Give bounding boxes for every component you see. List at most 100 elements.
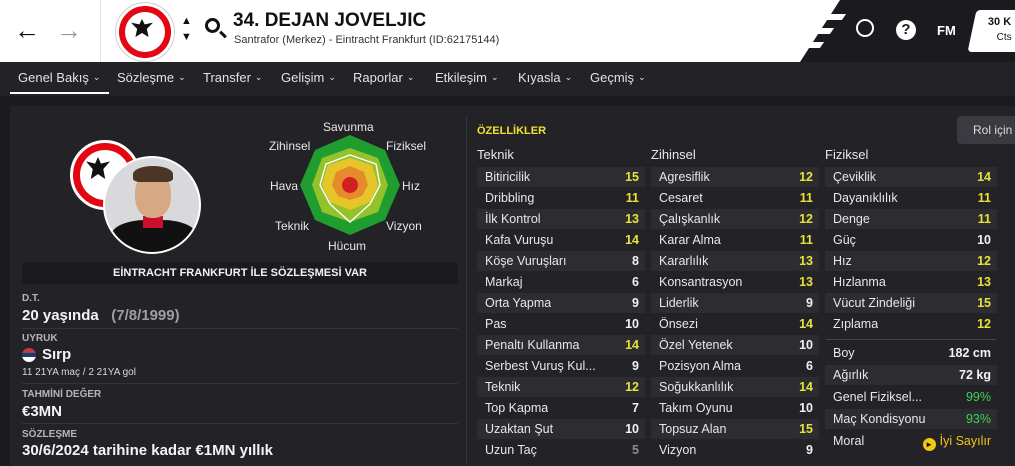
attribute-value: 10 [799, 401, 813, 415]
physical-extra-row: Boy 182 cm [825, 343, 997, 363]
attribute-row[interactable]: Hızlanma 13 [825, 272, 997, 292]
extra-name: Moral [833, 434, 865, 448]
attribute-value: 12 [977, 317, 991, 331]
active-tab-indicator [10, 92, 109, 94]
attribute-row[interactable]: Önsezi 14 [651, 314, 819, 334]
attribute-row[interactable]: Çalışkanlık 12 [651, 209, 819, 229]
extra-value: 182 cm [949, 343, 991, 363]
attribute-name: Vücut Zindeliği [833, 296, 915, 310]
serbia-flag-icon[interactable] [22, 348, 36, 362]
attribute-row[interactable]: Uzun Taç 5 [477, 440, 645, 460]
attribute-row[interactable]: Markaj 6 [477, 272, 645, 292]
attribute-row[interactable]: Teknik 12 [477, 377, 645, 397]
tab-contract[interactable]: Sözleşme ⌄ [117, 70, 186, 85]
attribute-row[interactable]: Soğukkanlılık 14 [651, 377, 819, 397]
mental-header: Zihinsel [651, 147, 696, 162]
player-portrait [103, 156, 201, 254]
tab-interaction[interactable]: Etkileşim ⌄ [435, 70, 499, 85]
attribute-row[interactable]: Köşe Vuruşları 8 [477, 251, 645, 271]
attribute-value: 6 [632, 275, 639, 289]
attribute-row[interactable]: İlk Kontrol 13 [477, 209, 645, 229]
chevron-down-icon: ⌄ [178, 72, 186, 82]
attribute-row[interactable]: Pas 10 [477, 314, 645, 334]
attribute-row[interactable]: Top Kapma 7 [477, 398, 645, 418]
attribute-row[interactable]: Penaltı Kullanma 14 [477, 335, 645, 355]
attribute-row[interactable]: Vizyon 9 [651, 440, 819, 460]
attribute-row[interactable]: Vücut Zindeliği 15 [825, 293, 997, 313]
radar-label-technique: Teknik [275, 219, 310, 233]
physical-extra-row: Ağırlık 72 kg [825, 365, 997, 385]
attribute-value: 15 [977, 296, 991, 310]
attribute-row[interactable]: Zıplama 12 [825, 314, 997, 334]
attribute-row[interactable]: Konsantrasyon 13 [651, 272, 819, 292]
attribute-name: Özel Yetenek [659, 338, 733, 352]
attribute-row[interactable]: Takım Oyunu 10 [651, 398, 819, 418]
brand-stripe [809, 14, 847, 20]
attribute-row[interactable]: Bitiricilik 15 [477, 167, 645, 187]
radar-label-speed: Hız [402, 179, 420, 193]
attribute-row[interactable]: Güç 10 [825, 230, 997, 250]
radar-label-aerial: Hava [270, 179, 299, 193]
extra-value-text: 72 kg [959, 368, 991, 382]
attribute-row[interactable]: Dayanıklılık 11 [825, 188, 997, 208]
tab-overview[interactable]: Genel Bakış ⌄ [18, 70, 100, 85]
attribute-row[interactable]: Hız 12 [825, 251, 997, 271]
attribute-value: 13 [625, 212, 639, 226]
technical-header: Teknik [477, 147, 514, 162]
attribute-name: Agresiflik [659, 170, 710, 184]
attribute-name: Bitiricilik [485, 170, 531, 184]
tab-compare[interactable]: Kıyasla ⌄ [518, 70, 572, 85]
physical-extra-row[interactable]: Moral ► İyi Sayılır [825, 431, 997, 451]
date-continue-button[interactable]: 30 K Cts [967, 10, 1015, 52]
radar-label-attacking: Hücum [328, 239, 367, 253]
attribute-row[interactable]: Cesaret 11 [651, 188, 819, 208]
attribute-value: 13 [977, 275, 991, 289]
attribute-name: Hızlanma [833, 275, 886, 289]
attribute-row[interactable]: Karar Alma 11 [651, 230, 819, 250]
attribute-row[interactable]: Serbest Vuruş Kul... 9 [477, 356, 645, 376]
attribute-value: 7 [632, 401, 639, 415]
nationality-value[interactable]: Sırp [42, 346, 71, 363]
chevron-up-icon[interactable]: ▲ [181, 15, 192, 27]
attribute-value: 9 [632, 359, 639, 373]
role-button[interactable]: Rol için [957, 116, 1015, 144]
attribute-name: Güç [833, 233, 856, 247]
tab-reports[interactable]: Raporlar ⌄ [353, 70, 414, 85]
attribute-row[interactable]: Kararlılık 13 [651, 251, 819, 271]
fm-menu-button[interactable]: FM [937, 23, 956, 38]
globe-icon[interactable] [856, 19, 874, 37]
brand-stripe [803, 28, 835, 34]
help-icon[interactable]: ? [896, 20, 916, 40]
attribute-name: Topsuz Alan [659, 422, 727, 436]
chevron-down-icon[interactable]: ▼ [181, 31, 192, 43]
chevron-down-icon: ⌄ [638, 72, 646, 82]
contract-banner: EİNTRACHT FRANKFURT İLE SÖZLEŞMESİ VAR [22, 262, 458, 284]
tab-transfer[interactable]: Transfer ⌄ [203, 70, 262, 85]
back-arrow-icon[interactable]: ← [14, 16, 40, 44]
attribute-value: 11 [625, 191, 639, 205]
attribute-value: 11 [799, 191, 813, 205]
attribute-name: Liderlik [659, 296, 699, 310]
extra-value: 99% [966, 387, 991, 407]
attribute-row[interactable]: Agresiflik 12 [651, 167, 819, 187]
radar-label-physical: Fiziksel [386, 139, 427, 153]
attribute-row[interactable]: Kafa Vuruşu 14 [477, 230, 645, 250]
attribute-row[interactable]: Topsuz Alan 15 [651, 419, 819, 439]
attribute-row[interactable]: Çeviklik 14 [825, 167, 997, 187]
tab-history[interactable]: Geçmiş ⌄ [590, 70, 646, 85]
attribute-row[interactable]: Liderlik 9 [651, 293, 819, 313]
attribute-row[interactable]: Özel Yetenek 10 [651, 335, 819, 355]
attribute-row[interactable]: Pozisyon Alma 6 [651, 356, 819, 376]
attribute-row[interactable]: Uzaktan Şut 10 [477, 419, 645, 439]
chevron-down-icon: ⌄ [92, 72, 101, 82]
attribute-row[interactable]: Denge 11 [825, 209, 997, 229]
extra-value: 72 kg [959, 365, 991, 385]
forward-arrow-icon[interactable]: → [56, 16, 82, 44]
search-icon[interactable] [205, 18, 220, 33]
attribute-value: 9 [632, 296, 639, 310]
club-crest-icon[interactable] [116, 3, 174, 61]
attribute-row[interactable]: Dribbling 11 [477, 188, 645, 208]
attribute-row[interactable]: Orta Yapma 9 [477, 293, 645, 313]
extra-name: Boy [833, 346, 855, 360]
tab-development[interactable]: Gelişim ⌄ [281, 70, 336, 85]
